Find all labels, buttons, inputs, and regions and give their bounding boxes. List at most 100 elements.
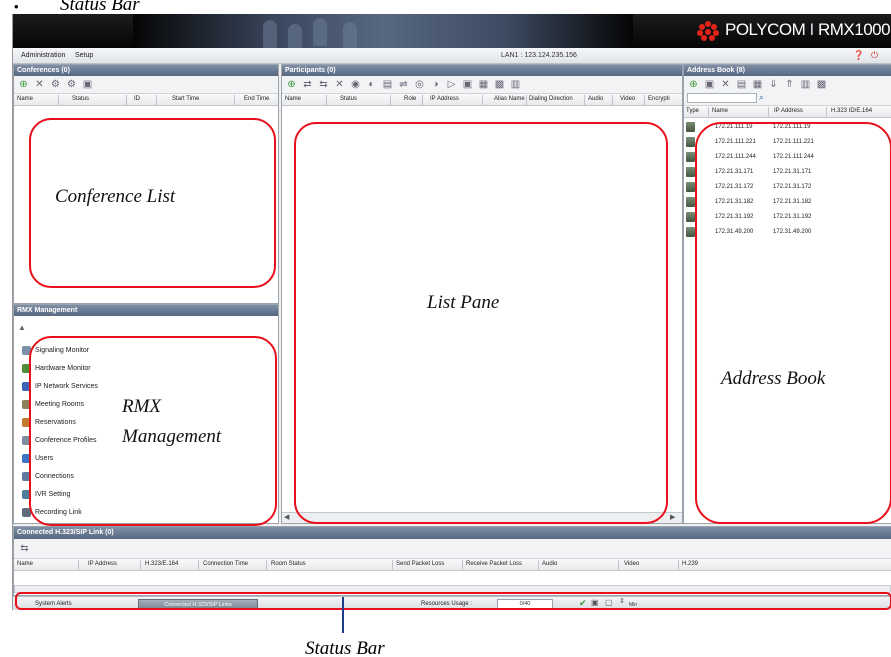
conference-settings-icon[interactable]: ⚙ (66, 79, 77, 90)
refresh-icon[interactable]: ▩ (816, 79, 827, 90)
connect-participant-icon[interactable]: ⇄ (302, 79, 313, 90)
column-header[interactable]: Dialing Direction (529, 96, 573, 102)
column-header[interactable]: Room Status (271, 561, 306, 567)
layout-icon[interactable]: ▦ (478, 79, 489, 90)
column-header[interactable]: Alias Name (494, 96, 525, 102)
column-header[interactable]: Video (620, 96, 635, 102)
conference-properties-icon[interactable]: ⚙ (50, 79, 61, 90)
header-people-banner (133, 14, 633, 48)
column-header[interactable]: Role (404, 96, 416, 102)
scroll-left-icon[interactable]: ◀ (284, 513, 289, 521)
column-header[interactable]: H.239 (682, 561, 698, 567)
top-caption-area: • Status Bar (0, 0, 891, 14)
volume-icon[interactable]: ◑ (430, 79, 441, 90)
app-header: POLYCOM I RMX1000 (13, 14, 891, 52)
column-separator (422, 95, 423, 105)
column-header[interactable]: Send Packet Loss (396, 561, 444, 567)
connected-links-column-header: Name IP Address H.323/E.164 Connection T… (14, 559, 891, 571)
new-conference-icon[interactable]: ⊕ (18, 79, 29, 90)
collapse-arrow-icon[interactable]: ▲ (18, 323, 26, 332)
delete-participant-icon[interactable]: ✕ (334, 79, 345, 90)
import-icon[interactable]: ⇓ (768, 79, 779, 90)
add-participant-icon[interactable]: ⊕ (286, 79, 297, 90)
block-audio-icon[interactable]: ◐ (366, 79, 377, 90)
column-header[interactable]: IP Address (430, 96, 459, 102)
address-book-column-header: Type Name IP Address H.323 ID/E.164 (684, 106, 891, 118)
suspend-video-icon[interactable]: ▤ (382, 79, 393, 90)
column-separator (140, 560, 141, 570)
list-pane-highlight (294, 122, 668, 524)
entry-properties-icon[interactable]: ▤ (736, 79, 747, 90)
column-header[interactable]: Audio (542, 561, 557, 567)
logout-icon[interactable]: ⏻ (869, 50, 880, 61)
camera-control-icon[interactable]: ◎ (414, 79, 425, 90)
status-bar-caption: Status Bar (305, 638, 385, 657)
column-separator (526, 95, 527, 105)
disconnect-participant-icon[interactable]: ⇆ (318, 79, 329, 90)
search-icon[interactable]: ⌕ (759, 92, 764, 103)
disconnect-link-icon[interactable]: ⇆ (19, 543, 30, 554)
save-to-address-book-icon[interactable]: ▣ (462, 79, 473, 90)
add-to-address-book-icon[interactable]: ⊕ (688, 79, 699, 90)
column-header[interactable]: Name (285, 96, 301, 102)
column-header[interactable]: ID (134, 96, 140, 102)
column-separator (538, 560, 539, 570)
brand-logo: POLYCOM I RMX1000 (725, 20, 891, 40)
scroll-right-icon[interactable]: ▶ (670, 513, 675, 521)
mute-audio-icon[interactable]: ◉ (350, 79, 361, 90)
column-header[interactable]: Video (624, 561, 639, 567)
column-header[interactable]: Type (686, 108, 699, 114)
endpoint-icon (686, 152, 695, 162)
rmx-management-title: RMX Management (14, 305, 278, 316)
page: • Status Bar POLYCOM I RMX1000 Administr… (0, 0, 891, 657)
save-conference-icon[interactable]: ▣ (82, 79, 93, 90)
person-silhouette (313, 18, 327, 46)
dial-icon[interactable]: ▦ (752, 79, 763, 90)
column-separator (768, 107, 769, 117)
person-silhouette (263, 20, 277, 48)
change-role-icon[interactable]: ⇌ (398, 79, 409, 90)
column-separator (126, 95, 127, 105)
column-header[interactable]: Name (17, 96, 33, 102)
participants-column-header: Name Status Role IP Address Alias Name D… (282, 94, 682, 106)
rmx-management-label-line1: RMX (122, 396, 162, 417)
top-caption: Status Bar (60, 0, 140, 14)
delete-entry-icon[interactable]: ✕ (720, 79, 731, 90)
forward-icon[interactable]: ▷ (446, 79, 457, 90)
column-header[interactable]: Name (17, 561, 33, 567)
column-header[interactable]: IP Address (774, 108, 803, 114)
column-header[interactable]: H.323/E.164 (145, 561, 178, 567)
brand-name: POLYCOM (725, 20, 806, 39)
column-header[interactable]: IP Address (88, 561, 117, 567)
column-header[interactable]: H.323 ID/E.164 (831, 108, 872, 114)
conferences-column-header: Name Status ID Start Time End Time (14, 94, 278, 106)
private-layout-icon[interactable]: ▩ (494, 79, 505, 90)
column-header[interactable]: Start Time (172, 96, 199, 102)
column-separator (482, 95, 483, 105)
export-icon[interactable]: ⇑ (784, 79, 795, 90)
address-book-search-input[interactable] (687, 93, 757, 103)
endpoint-icon (686, 137, 695, 147)
address-book-label: Address Book (721, 368, 826, 389)
column-header[interactable]: Receive Packet Loss (466, 561, 522, 567)
address-book-toolbar: ⊕ ▣ ✕ ▤ ▦ ⇓ ⇑ ▥ ▩ ⌕ (684, 76, 891, 106)
column-separator (678, 560, 679, 570)
menu-administration[interactable]: Administration (21, 52, 65, 59)
column-header[interactable]: Status (72, 96, 89, 102)
column-separator (612, 95, 613, 105)
delete-conference-icon[interactable]: ✕ (34, 79, 45, 90)
address-book-settings-icon[interactable]: ▥ (800, 79, 811, 90)
status-bar-pointer (342, 597, 344, 633)
help-icon[interactable]: ❓ (853, 50, 864, 61)
column-header[interactable]: End Time (244, 96, 269, 102)
column-header[interactable]: Audio (588, 96, 603, 102)
address-book-highlight (695, 122, 891, 524)
column-header[interactable]: Name (712, 108, 728, 114)
column-header[interactable]: Connection Time (203, 561, 248, 567)
column-header[interactable]: Encrypti (648, 96, 670, 102)
column-header[interactable]: Status (340, 96, 357, 102)
participant-properties-icon[interactable]: ▥ (510, 79, 521, 90)
menu-setup[interactable]: Setup (75, 52, 93, 59)
new-group-icon[interactable]: ▣ (704, 79, 715, 90)
column-separator (234, 95, 235, 105)
